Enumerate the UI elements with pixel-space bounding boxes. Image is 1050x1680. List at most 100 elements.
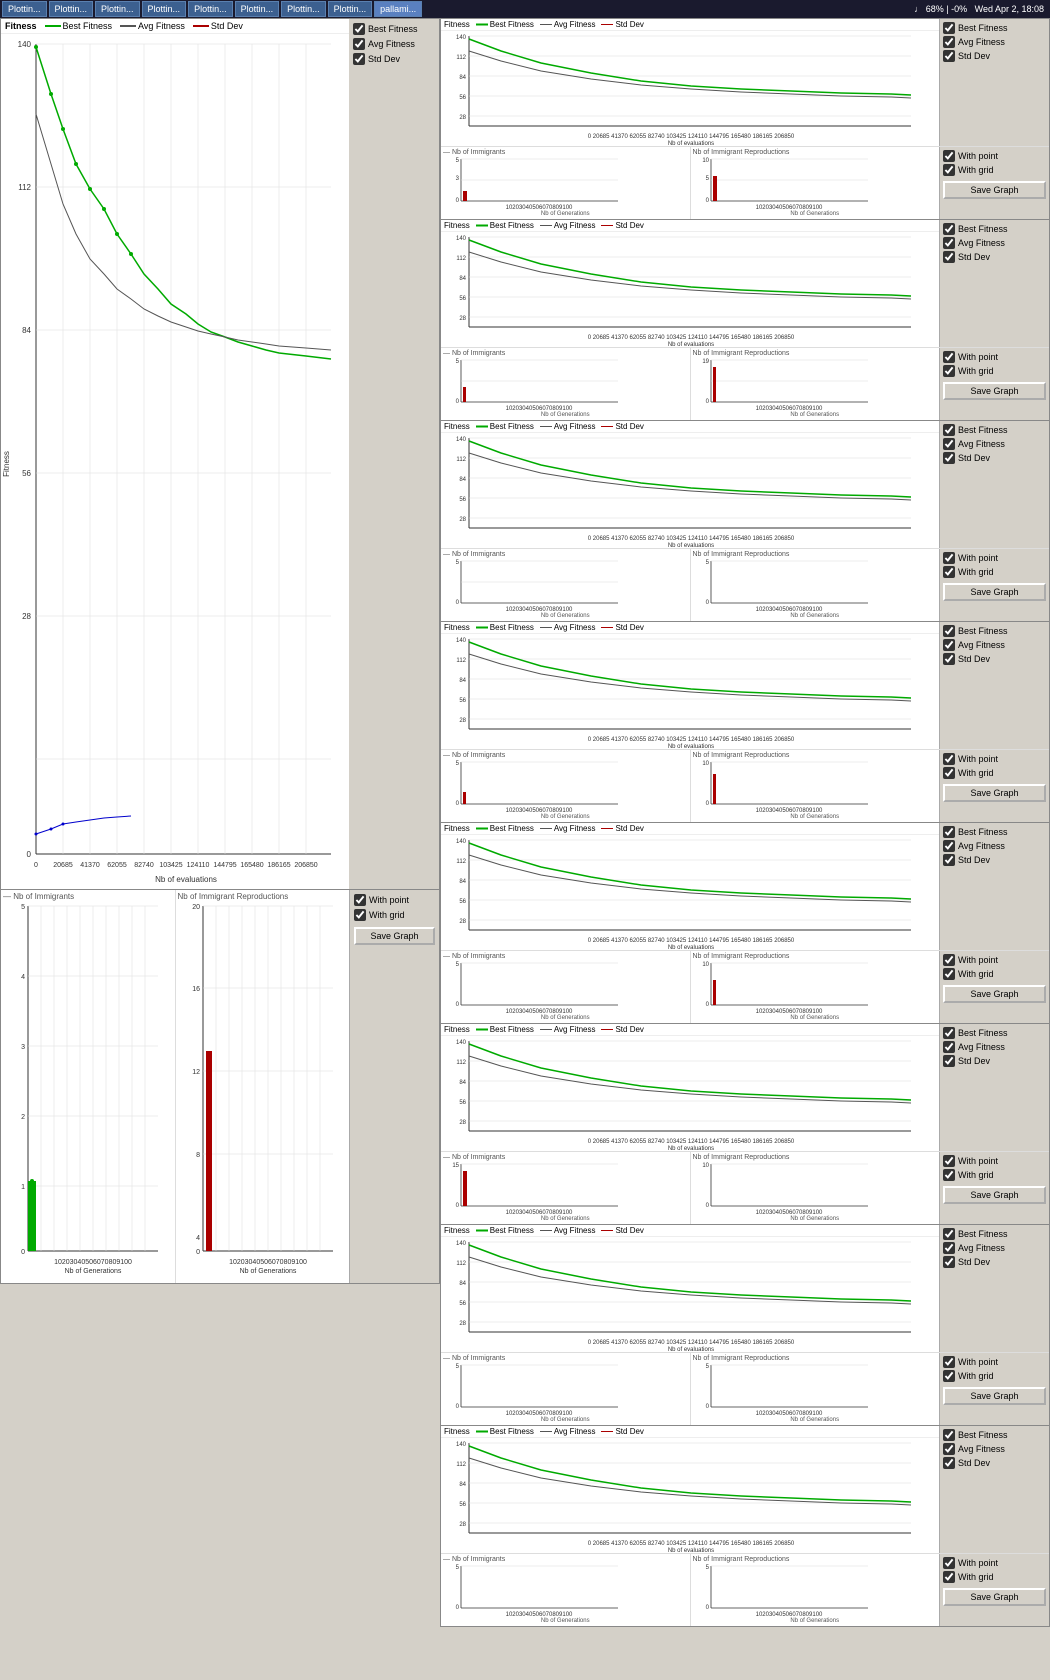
r5-save-btn[interactable]: Save Graph (943, 985, 1046, 1003)
checkbox-best-fitness-input[interactable] (353, 23, 365, 35)
r1-cb-best[interactable]: Best Fitness (943, 22, 1046, 34)
taskbar-item-5[interactable]: Plottin... (188, 1, 233, 17)
r7-rep: Nb of Immigrant Reproductions 5 0 102030… (691, 1353, 940, 1425)
r3-cb-std[interactable]: Std Dev (943, 452, 1046, 464)
r3-rep: Nb of Immigrant Reproductions 5 0 102030… (691, 549, 940, 621)
r8-sub-row: — Nb of Immigrants 5 0 10203040506070809… (441, 1553, 1049, 1626)
r1-cb-avg[interactable]: Avg Fitness (943, 36, 1046, 48)
checkbox-std-dev-input[interactable] (353, 53, 365, 65)
r1-imm-title: — Nb of Immigrants (443, 149, 688, 156)
r2-cb-avg[interactable]: Avg Fitness (943, 237, 1046, 249)
r1-legend-avg-lbl: Avg Fitness (554, 20, 596, 29)
r1-reproductions: Nb of Immigrant Reproductions 10 5 0 102… (691, 147, 940, 219)
r8-cb-grid[interactable]: With grid (943, 1571, 1046, 1583)
svg-text:28: 28 (459, 115, 466, 121)
save-graph-button-left[interactable]: Save Graph (354, 927, 435, 945)
r7-cb-avg[interactable]: Avg Fitness (943, 1242, 1046, 1254)
r2-rep: Nb of Immigrant Reproductions 19 0 10203… (691, 348, 940, 420)
r2-save-btn[interactable]: Save Graph (943, 382, 1046, 400)
right-row-8: Fitness Best Fitness Avg Fitness Std Dev… (440, 1426, 1050, 1627)
r2-fitness-svg: 140 112 84 56 28 0 20685 41370 62055 827… (441, 232, 921, 347)
r6-cb-point[interactable]: With point (943, 1155, 1046, 1167)
r7-cb-best[interactable]: Best Fitness (943, 1228, 1046, 1240)
r2-cb-std[interactable]: Std Dev (943, 251, 1046, 263)
r3-cb-point[interactable]: With point (943, 552, 1046, 564)
r3-fitness-controls: Best Fitness Avg Fitness Std Dev (939, 421, 1049, 548)
taskbar-item-8[interactable]: Plottin... (328, 1, 373, 17)
svg-text:56: 56 (459, 899, 466, 905)
r3-save-btn[interactable]: Save Graph (943, 583, 1046, 601)
r3-imm: — Nb of Immigrants 5 0 10203040506070809… (441, 549, 691, 621)
checkbox-with-grid-left[interactable]: With grid (354, 909, 435, 921)
taskbar-item-7[interactable]: Plottin... (281, 1, 326, 17)
taskbar-item-2[interactable]: Plottin... (49, 1, 94, 17)
r6-fitness-chart: Fitness Best Fitness Avg Fitness Std Dev… (441, 1024, 939, 1151)
r8-save-btn[interactable]: Save Graph (943, 1588, 1046, 1606)
checkbox-with-point-left-input[interactable] (354, 894, 366, 906)
svg-text:0: 0 (456, 600, 460, 606)
r8-cb-avg[interactable]: Avg Fitness (943, 1443, 1046, 1455)
taskbar-item-1[interactable]: Plottin... (2, 1, 47, 17)
r3-header: Fitness Best Fitness Avg Fitness Std Dev (441, 421, 939, 433)
taskbar-item-3[interactable]: Plottin... (95, 1, 140, 17)
legend-std: Std Dev (193, 21, 243, 31)
r5-cb-point[interactable]: With point (943, 954, 1046, 966)
r4-cb-best[interactable]: Best Fitness (943, 625, 1046, 637)
r7-cb-point[interactable]: With point (943, 1356, 1046, 1368)
r6-cb-avg[interactable]: Avg Fitness (943, 1041, 1046, 1053)
r1-save-btn[interactable]: Save Graph (943, 181, 1046, 199)
svg-text:84: 84 (459, 1281, 466, 1287)
r4-cb-avg[interactable]: Avg Fitness (943, 639, 1046, 651)
r2-cb-best[interactable]: Best Fitness (943, 223, 1046, 235)
r4-cb-grid[interactable]: With grid (943, 767, 1046, 779)
checkbox-avg-fitness-input[interactable] (353, 38, 365, 50)
svg-text:112: 112 (456, 55, 466, 61)
r6-cb-std[interactable]: Std Dev (943, 1055, 1046, 1067)
r3-fitness-row: Fitness Best Fitness Avg Fitness Std Dev… (441, 421, 1049, 548)
r1-cb-grid[interactable]: With grid (943, 164, 1046, 176)
left-main-chart: Fitness Best Fitness Avg Fitness Std Dev (1, 19, 349, 889)
checkbox-std-dev[interactable]: Std Dev (353, 53, 435, 65)
taskbar-item-6[interactable]: Plottin... (235, 1, 280, 17)
r5-cb-best[interactable]: Best Fitness (943, 826, 1046, 838)
r5-cb-grid[interactable]: With grid (943, 968, 1046, 980)
r4-cb-point[interactable]: With point (943, 753, 1046, 765)
taskbar-item-pallami[interactable]: pallami... (374, 1, 422, 17)
r5-cb-avg[interactable]: Avg Fitness (943, 840, 1046, 852)
r5-cb-std[interactable]: Std Dev (943, 854, 1046, 866)
checkbox-best-fitness[interactable]: Best Fitness (353, 23, 435, 35)
r8-cb-best[interactable]: Best Fitness (943, 1429, 1046, 1441)
r6-save-btn[interactable]: Save Graph (943, 1186, 1046, 1204)
checkbox-avg-fitness[interactable]: Avg Fitness (353, 38, 435, 50)
r7-save-btn[interactable]: Save Graph (943, 1387, 1046, 1405)
r7-cb-std[interactable]: Std Dev (943, 1256, 1046, 1268)
r3-cb-best[interactable]: Best Fitness (943, 424, 1046, 436)
checkbox-with-point-left[interactable]: With point (354, 894, 435, 906)
r2-cb-point[interactable]: With point (943, 351, 1046, 363)
svg-text:0 20685 41370 62055 82740: 0 20685 41370 62055 82740 103425 124110 … (588, 335, 795, 341)
svg-text:0: 0 (705, 399, 709, 405)
svg-text:0: 0 (705, 1605, 709, 1611)
r8-cb-std[interactable]: Std Dev (943, 1457, 1046, 1469)
svg-text:28: 28 (22, 612, 31, 621)
taskbar-item-4[interactable]: Plottin... (142, 1, 187, 17)
r8-cb-point[interactable]: With point (943, 1557, 1046, 1569)
r6-fitness-row: Fitness Best Fitness Avg Fitness Std Dev… (441, 1024, 1049, 1151)
svg-text:10203040506070809100: 10203040506070809100 (229, 1259, 307, 1266)
checkbox-with-grid-left-input[interactable] (354, 909, 366, 921)
r3-sub-controls: With point With grid Save Graph (939, 549, 1049, 621)
r3-cb-grid[interactable]: With grid (943, 566, 1046, 578)
r6-cb-best[interactable]: Best Fitness (943, 1027, 1046, 1039)
r7-imm: — Nb of Immigrants 5 0 10203040506070809… (441, 1353, 691, 1425)
r4-cb-std[interactable]: Std Dev (943, 653, 1046, 665)
r4-save-btn[interactable]: Save Graph (943, 784, 1046, 802)
svg-text:56: 56 (22, 469, 31, 478)
svg-text:5: 5 (456, 1364, 460, 1370)
svg-text:112: 112 (456, 658, 466, 664)
r1-cb-std[interactable]: Std Dev (943, 50, 1046, 62)
r6-cb-grid[interactable]: With grid (943, 1169, 1046, 1181)
r7-cb-grid[interactable]: With grid (943, 1370, 1046, 1382)
r1-cb-point[interactable]: With point (943, 150, 1046, 162)
r2-cb-grid[interactable]: With grid (943, 365, 1046, 377)
r3-cb-avg[interactable]: Avg Fitness (943, 438, 1046, 450)
